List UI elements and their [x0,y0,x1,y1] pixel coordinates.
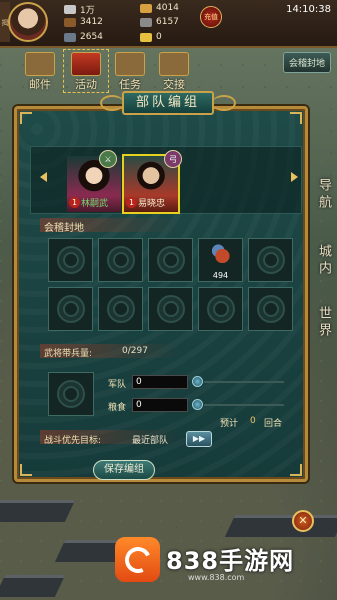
troop-slot[interactable] [98,287,143,331]
tab-mail[interactable]: 邮件 [18,50,62,92]
dialog-header: 部队编组 [100,91,236,117]
gift-icon [71,52,101,76]
roof [224,515,337,537]
wood-icon [64,17,76,27]
rail-city[interactable]: 城内 [314,244,333,278]
rail-navigate[interactable]: 导航 [314,178,333,212]
watermark-logo [115,537,160,582]
scroll-icon [115,52,145,76]
gold-icon [140,32,152,42]
priority-value: 最近部队 [132,436,169,446]
food-slider-track[interactable] [204,404,284,406]
troops-label: 军队 [108,380,127,390]
empty-slot-icon [56,295,85,323]
mail-icon [25,52,55,76]
troop-slot[interactable] [248,238,293,282]
troop-slot[interactable] [198,287,243,331]
iron-icon [64,32,76,42]
fief-button[interactable]: 会稽封地 [282,52,331,73]
tab-quests[interactable]: 任务 [108,50,152,92]
empty-slot-icon [156,246,185,274]
cavalry-unit-icon [206,243,235,269]
ornament [100,95,124,111]
status-bar: 揭 1万 4014 3412 6157 2654 0 充值 14:10:38 [0,0,337,48]
troop-slot-filled[interactable]: 494 [198,238,243,282]
hero-level: 1 [126,197,137,208]
rail-world[interactable]: 世界 [314,306,333,340]
resource-silver: 1万 [64,3,95,16]
empty-slot-icon [256,295,285,323]
hero-card[interactable]: ⚔ 1 林嗣武 [67,150,121,212]
hero-name: 林嗣武 [81,199,109,209]
troops-slider-track[interactable] [204,381,284,383]
close-icon[interactable]: ✕ [292,510,314,532]
frame-corner [290,464,302,476]
capacity-value: 0/297 [122,346,148,356]
hero-card-selected[interactable]: 弓 1 易晓忠 [122,150,182,214]
estimate-value: 0 [250,416,256,426]
tab-trade[interactable]: 交接 [152,50,196,92]
swirl-icon [120,542,155,577]
roof [0,575,66,597]
troop-slot[interactable] [48,238,93,282]
empty-slot-icon [156,295,185,323]
empty-slot-icon [56,246,85,274]
ornament [212,95,236,111]
stone-icon [140,17,152,27]
food-input[interactable]: 0 [132,398,188,412]
tab-events[interactable]: 活动 [63,49,109,93]
watermark-url: www.838.com [188,573,245,582]
watermark-text: 838手游网 [166,547,295,575]
hero-level: 1 [69,197,80,208]
dialog-title: 部队编组 [122,91,214,115]
fief-label: 会稽封地 [44,223,84,234]
troop-slot[interactable] [148,287,193,331]
troop-slot[interactable] [248,287,293,331]
priority-label: 战斗优先目标: [44,436,102,446]
empty-slot-icon [106,295,135,323]
player-avatar[interactable] [8,2,48,42]
unit-count: 494 [212,271,229,280]
bow-icon: 弓 [164,150,182,168]
troops-slider-knob[interactable] [192,376,203,387]
estimate-label: 预计 [220,419,239,429]
resource-iron: 2654 [64,32,103,42]
resource-wood: 3412 [64,17,103,27]
resource-stone: 6157 [140,17,179,27]
resource-food: 4014 [140,3,179,13]
resource-gold: 0 [140,32,162,42]
fast-forward-icon[interactable]: ▶▶ [186,431,212,447]
arrow-right-icon[interactable] [291,172,298,182]
save-formation-button[interactable]: 保存编组 [93,460,155,480]
weapon-icon: ⚔ [99,150,117,168]
food-label: 粮食 [108,403,127,413]
troop-slot[interactable] [98,238,143,282]
empty-slot-icon [256,246,285,274]
food-slider-knob[interactable] [192,399,203,410]
troop-slot[interactable] [48,287,93,331]
trade-icon [159,52,189,76]
troops-input[interactable]: 0 [132,375,188,389]
frame-corner [290,112,302,124]
empty-slot-icon [106,246,135,274]
empty-slot-icon [206,295,235,323]
round-label: 回合 [264,419,283,429]
roof [0,500,76,522]
clock: 14:10:38 [286,4,331,15]
hero-name: 易晓忠 [138,199,166,209]
arrow-left-icon[interactable] [40,172,47,182]
food-icon [140,3,152,13]
capacity-label: 武将带兵量: [44,349,93,359]
silver-icon [64,5,76,14]
hero-equip-slot[interactable] [48,372,94,416]
frame-corner [20,464,32,476]
frame-corner [20,112,32,124]
recharge-button[interactable]: 充值 [200,6,222,28]
troop-slot[interactable] [148,238,193,282]
empty-slot-icon [57,380,85,408]
